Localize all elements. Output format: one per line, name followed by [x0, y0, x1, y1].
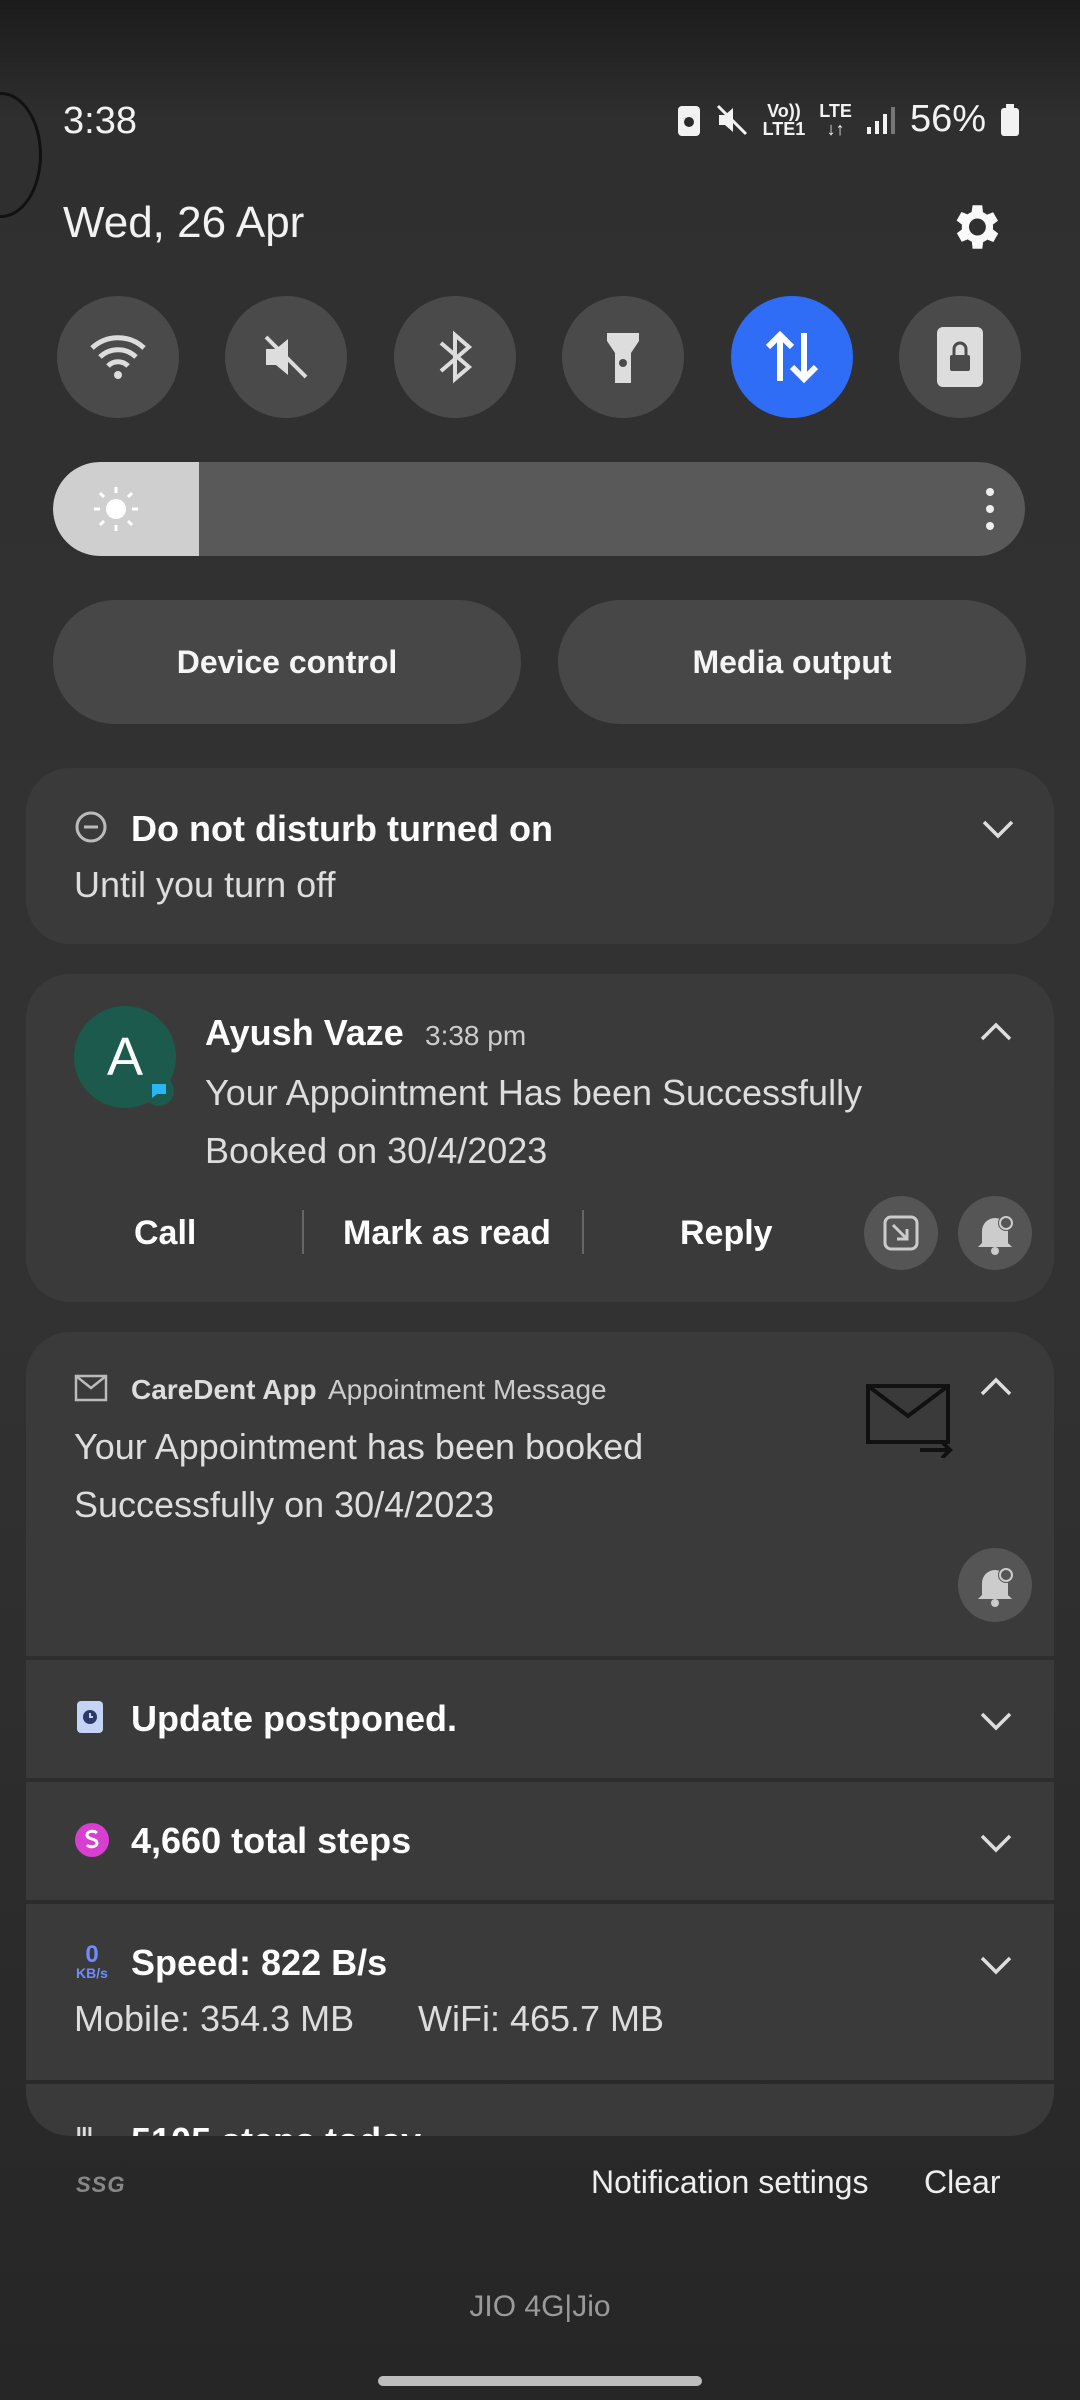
messages-badge-icon — [144, 1076, 174, 1106]
update-icon — [77, 1701, 103, 1733]
update-notification-card[interactable]: Update postponed. — [26, 1660, 1054, 1778]
bell-snooze-icon — [978, 1215, 1014, 1255]
home-indicator[interactable] — [378, 2376, 702, 2386]
brightness-sun-icon — [94, 487, 138, 531]
rotation-lock-toggle[interactable] — [898, 296, 1021, 418]
partial-icon: III — [76, 2124, 93, 2136]
dnd-card[interactable]: Do not disturb turned on Until you turn … — [26, 768, 1054, 944]
media-output-button[interactable]: Media output — [558, 600, 1026, 724]
mute-status-icon — [716, 104, 747, 135]
brand-logo: SSG — [76, 2172, 126, 2197]
sound-toggle[interactable] — [225, 296, 348, 418]
update-title: Update postponed. — [131, 1698, 457, 1739]
signal-icon — [866, 106, 895, 134]
mark-as-read-action[interactable]: Mark as read — [343, 1214, 551, 1253]
chevron-down-icon[interactable] — [978, 1832, 1014, 1854]
volte-indicator: Vo)) LTE1 — [762, 100, 806, 139]
brightness-more-icon[interactable] — [985, 488, 995, 530]
chevron-down-icon[interactable] — [978, 1710, 1014, 1732]
date-label: Wed, 26 Apr — [63, 198, 305, 247]
chevron-up-icon[interactable] — [978, 1376, 1014, 1398]
steps-notification-card[interactable]: 4,660 total steps — [26, 1782, 1054, 1900]
data-transfer-icon — [765, 330, 818, 384]
mobile-usage: Mobile: 354.3 MB — [74, 1998, 355, 2039]
caredent-text-line2: Successfully on 30/4/2023 — [74, 1484, 495, 1525]
speed-title: Speed: 822 B/s — [131, 1942, 388, 1983]
mute-icon — [264, 335, 308, 379]
battery-percent: 56% — [909, 98, 986, 140]
status-icons: Vo)) LTE1 LTE ↓↑ 56% — [677, 98, 1020, 141]
bell-snooze-icon — [978, 1567, 1014, 1607]
speed-notification-card[interactable]: 0 KB/s Speed: 822 B/s Mobile: 354.3 MB W… — [26, 1904, 1054, 2080]
partial-notification-text: 5105 steps today — [131, 2120, 421, 2136]
message-text-line1: Your Appointment Has been Successfully — [205, 1072, 863, 1113]
wifi-usage: WiFi: 465.7 MB — [418, 1998, 665, 2039]
chevron-up-icon[interactable] — [978, 1021, 1014, 1043]
partial-notification-card[interactable]: 5105 steps today III — [26, 2084, 1054, 2136]
recycle-notification-icon — [677, 105, 700, 136]
action-divider — [582, 1210, 584, 1254]
dnd-icon — [75, 811, 107, 843]
caredent-notification-card[interactable]: CareDent App Appointment Message Your Ap… — [26, 1332, 1054, 1656]
quick-settings-row — [57, 296, 1021, 418]
wifi-toggle[interactable] — [57, 296, 179, 418]
status-time: 3:38 — [63, 100, 137, 142]
notification-footer: SSG Notification settings Clear — [0, 2140, 1080, 2226]
wifi-icon — [90, 335, 146, 379]
snooze-button[interactable] — [958, 1196, 1032, 1270]
clear-button[interactable]: Clear — [924, 2164, 1000, 2201]
call-action[interactable]: Call — [134, 1214, 196, 1253]
message-time: 3:38 pm — [425, 1020, 527, 1051]
notification-settings-button[interactable]: Notification settings — [591, 2164, 868, 2201]
action-divider — [302, 1210, 304, 1254]
sender-name: Ayush Vaze — [205, 1012, 404, 1053]
chevron-down-icon[interactable] — [980, 818, 1016, 840]
bluetooth-icon — [439, 330, 472, 384]
popup-view-button[interactable] — [864, 1196, 938, 1270]
message-text-line2: Booked on 30/4/2023 — [205, 1130, 548, 1171]
flashlight-icon — [607, 333, 640, 383]
lte-indicator: LTE ↓↑ — [819, 100, 852, 139]
envelope-large-icon — [866, 1384, 953, 1458]
speed-app-icon: 0 KB/s — [76, 1941, 108, 1981]
bluetooth-toggle[interactable] — [393, 296, 516, 418]
notification-channel: Appointment Message — [328, 1374, 607, 1405]
steps-app-icon — [75, 1823, 109, 1857]
edge-circle — [0, 92, 42, 218]
dnd-title: Do not disturb turned on — [131, 808, 553, 849]
device-control-button[interactable]: Device control — [53, 600, 521, 724]
chevron-down-icon[interactable] — [978, 1954, 1014, 1976]
carrier-label: JIO 4G|Jio — [469, 2290, 611, 2323]
app-name: CareDent App — [131, 1374, 317, 1405]
steps-title: 4,660 total steps — [131, 1820, 412, 1861]
lock-screen-icon — [936, 327, 983, 387]
popup-view-icon — [883, 1215, 919, 1251]
message-app-icon — [74, 1374, 108, 1402]
flashlight-toggle[interactable] — [562, 296, 685, 418]
reply-action[interactable]: Reply — [680, 1214, 773, 1253]
snooze-button[interactable] — [958, 1548, 1032, 1622]
battery-icon — [1001, 103, 1019, 136]
mobile-data-toggle[interactable] — [730, 296, 853, 418]
brightness-slider[interactable] — [53, 462, 1025, 556]
settings-gear-icon[interactable] — [946, 198, 1004, 256]
caredent-text-line1: Your Appointment has been booked — [74, 1426, 644, 1467]
dnd-subtitle: Until you turn off — [74, 864, 336, 905]
